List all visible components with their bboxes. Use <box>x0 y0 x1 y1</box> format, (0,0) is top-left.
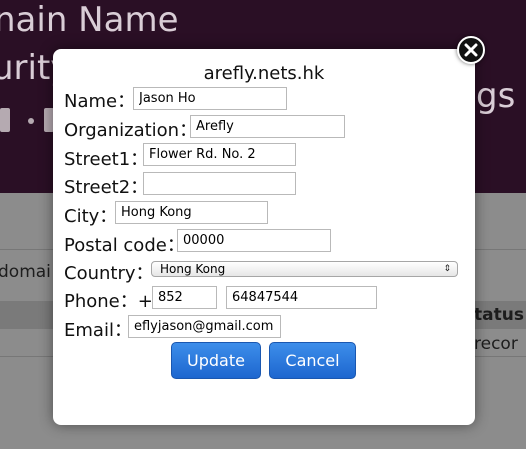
city-input[interactable] <box>115 201 268 224</box>
email-input[interactable] <box>128 315 281 338</box>
country-select-value: Hong Kong <box>160 262 226 276</box>
background-button <box>0 108 10 132</box>
country-select[interactable]: Hong Kong ⇕ <box>151 261 458 277</box>
background-title-line1: nain Name <box>0 0 179 40</box>
background-title-tail: gs t <box>476 76 526 116</box>
domain-heading: arefly.nets.hk <box>203 63 325 84</box>
city-label: City： <box>64 206 118 227</box>
edit-contact-modal: arefly.nets.hk Name： Organization： Stree… <box>53 49 475 425</box>
email-label: Email： <box>64 320 132 341</box>
background-left-text: domai <box>0 262 51 282</box>
name-label: Name： <box>64 91 136 112</box>
organization-label: Organization： <box>64 120 198 141</box>
country-label: Country： <box>64 263 154 284</box>
postal-code-input[interactable] <box>177 229 331 252</box>
organization-input[interactable] <box>190 115 345 138</box>
phone-label: Phone：+ <box>64 291 153 312</box>
street2-input[interactable] <box>143 172 296 195</box>
background-dot <box>28 118 34 124</box>
street1-input[interactable] <box>143 143 296 166</box>
postal-code-label: Postal code： <box>64 235 185 256</box>
phone-number-input[interactable] <box>226 286 377 309</box>
background-status-header: tatus <box>474 305 524 325</box>
close-icon[interactable] <box>457 36 485 64</box>
phone-country-code-input[interactable] <box>152 286 217 309</box>
name-input[interactable] <box>133 87 287 110</box>
update-button[interactable]: Update <box>171 342 261 379</box>
cancel-button[interactable]: Cancel <box>269 342 356 379</box>
street1-label: Street1： <box>64 149 149 170</box>
street2-label: Street2： <box>64 177 149 198</box>
background-status-cell: recor <box>474 334 518 354</box>
chevron-updown-icon: ⇕ <box>443 264 451 274</box>
